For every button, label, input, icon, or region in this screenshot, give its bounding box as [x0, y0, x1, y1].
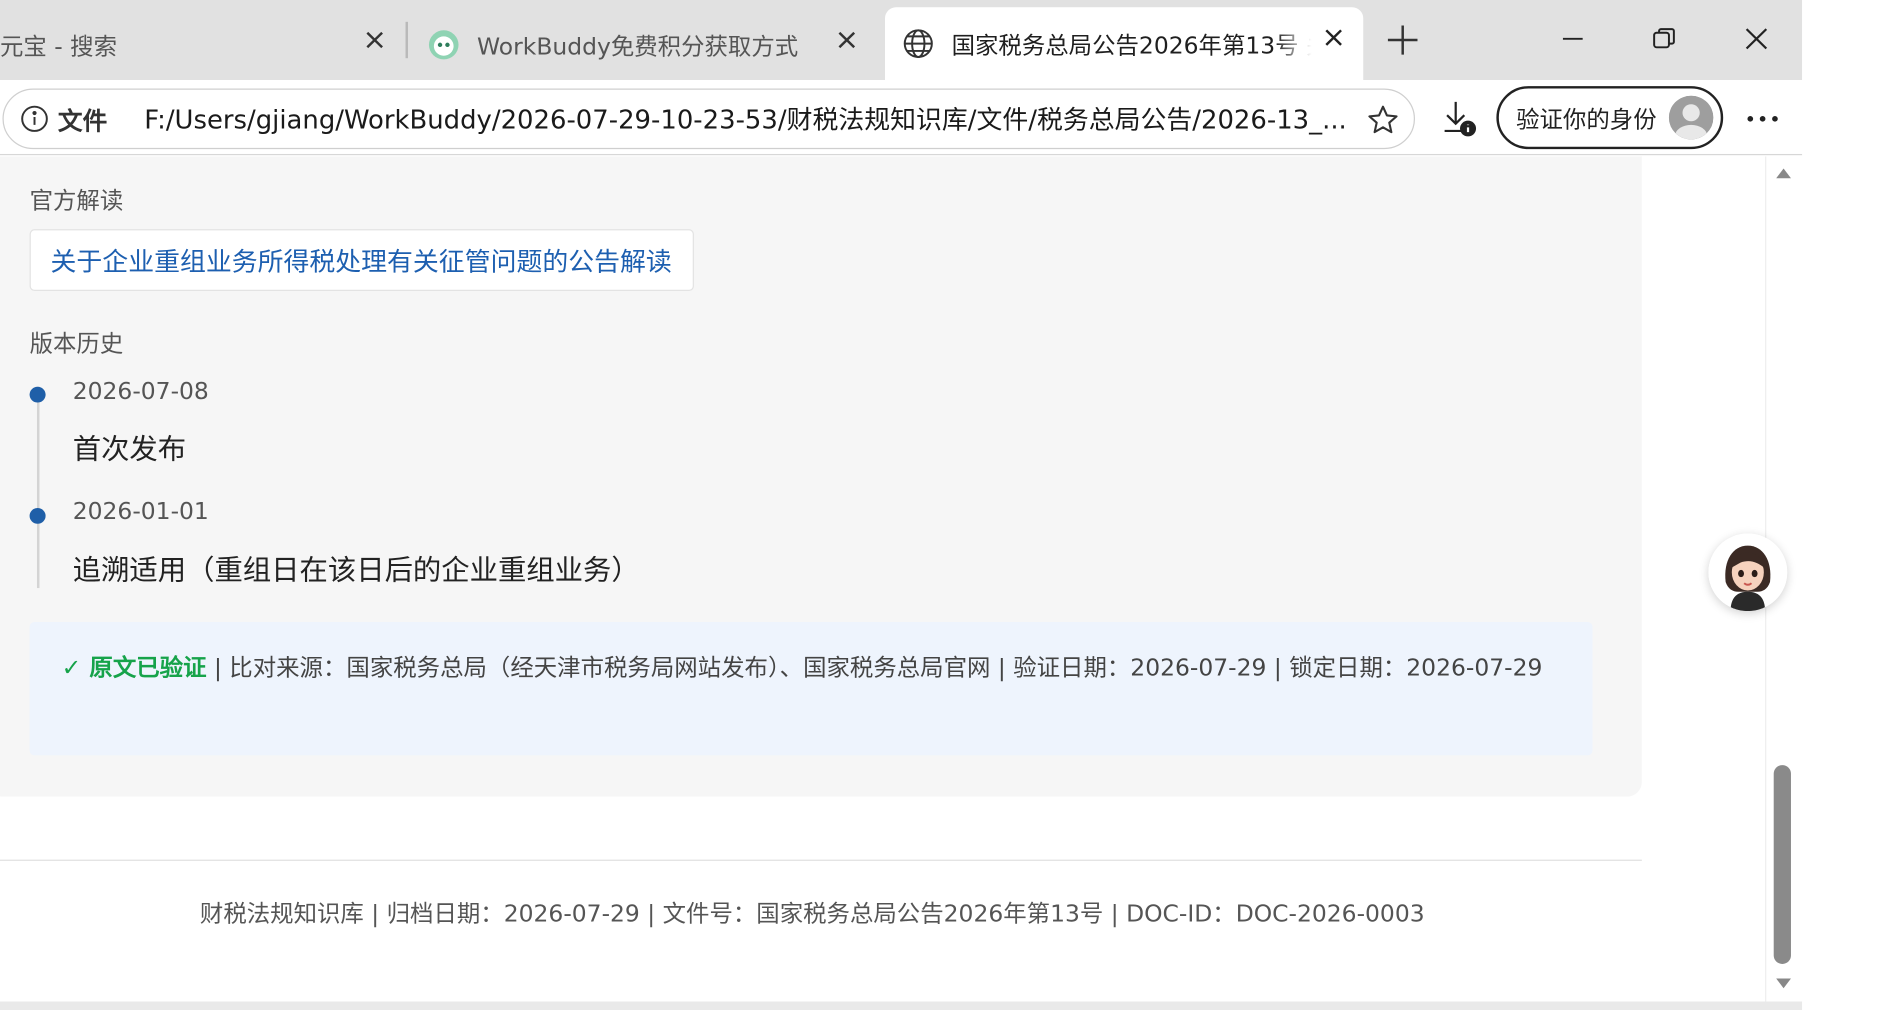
tab-title: 元宝 - 搜索 — [0, 33, 118, 61]
address-bar[interactable]: 文件 F:/Users/gjiang/WorkBuddy/2026-07-29-… — [2, 88, 1416, 150]
scroll-down-arrow-icon[interactable] — [1776, 978, 1791, 989]
footer-divider — [0, 859, 1642, 861]
downloads-icon[interactable] — [1438, 97, 1482, 141]
timeline-line — [36, 386, 40, 589]
assistant-avatar-icon[interactable] — [1708, 533, 1788, 612]
profile-button-label: 验证你的身份 — [1516, 106, 1657, 133]
history-date: 2026-01-01 — [72, 498, 209, 526]
minimize-button[interactable] — [1548, 15, 1597, 64]
tab-tax-announcement[interactable]: 国家税务总局公告2026年第13号 关于 — [885, 7, 1364, 81]
history-date: 2026-07-08 — [72, 378, 209, 405]
scroll-up-arrow-icon[interactable] — [1776, 168, 1791, 179]
tab-yuanbao-search[interactable]: 元宝 - 搜索 — [0, 10, 404, 80]
close-icon[interactable] — [360, 25, 390, 54]
verification-details: | 比对来源：国家税务总局（经天津市税务局网站发布）、国家税务总局官网 | 验证… — [206, 654, 1543, 682]
page-viewport: 官方解读 关于企业重组业务所得税处理有关征管问题的公告解读 版本历史 2026-… — [0, 156, 1775, 1010]
avatar — [1668, 95, 1714, 140]
profile-verify-button[interactable]: 验证你的身份 — [1496, 86, 1724, 150]
workbuddy-logo-icon — [428, 29, 460, 61]
interpretation-link[interactable]: 关于企业重组业务所得税处理有关征管问题的公告解读 — [29, 229, 694, 291]
browser-toolbar: 文件 F:/Users/gjiang/WorkBuddy/2026-07-29-… — [0, 80, 1803, 156]
verification-notice: ✓ 原文已验证 | 比对来源：国家税务总局（经天津市税务局网站发布）、国家税务总… — [29, 622, 1593, 756]
info-icon[interactable] — [18, 103, 50, 135]
favorite-star-icon[interactable] — [1364, 102, 1401, 138]
window-close-button[interactable] — [1732, 15, 1781, 64]
page-footer: 财税法规知识库 | 归档日期：2026-07-29 | 文件号：国家税务总局公告… — [199, 900, 1425, 928]
scrollbar-thumb[interactable] — [1773, 765, 1791, 964]
timeline-dot — [29, 508, 46, 524]
tab-divider — [405, 21, 408, 59]
globe-icon — [902, 28, 934, 60]
close-icon[interactable] — [1319, 23, 1349, 52]
verified-status: ✓ 原文已验证 — [61, 654, 207, 682]
new-tab-button[interactable] — [1383, 21, 1422, 60]
scheme-label: 文件 — [57, 106, 108, 136]
tab-title: WorkBuddy免费积分获取方式 — [477, 33, 799, 61]
close-icon[interactable] — [832, 25, 862, 54]
section-heading-interpretation: 官方解读 — [29, 187, 124, 215]
tab-workbuddy[interactable]: WorkBuddy免费积分获取方式 — [410, 10, 876, 80]
timeline-dot — [29, 386, 46, 403]
section-heading-history: 版本历史 — [29, 331, 124, 358]
history-description: 首次发布 — [72, 434, 187, 466]
tab-strip: 元宝 - 搜索 WorkBuddy免费积分获取方式 国家税务总局公告2026年第… — [0, 0, 1803, 81]
document-card: 官方解读 关于企业重组业务所得税处理有关征管问题的公告解读 版本历史 2026-… — [0, 156, 1642, 797]
history-description: 追溯适用（重组日在该日后的企业重组业务） — [72, 555, 640, 587]
more-options-icon[interactable] — [1740, 99, 1784, 138]
url-text[interactable]: F:/Users/gjiang/WorkBuddy/2026-07-29-10-… — [144, 101, 1364, 137]
restore-button[interactable] — [1639, 15, 1688, 64]
window-bottom-edge — [0, 1001, 1803, 1010]
tab-title: 国家税务总局公告2026年第13号 关于 — [951, 32, 1312, 59]
